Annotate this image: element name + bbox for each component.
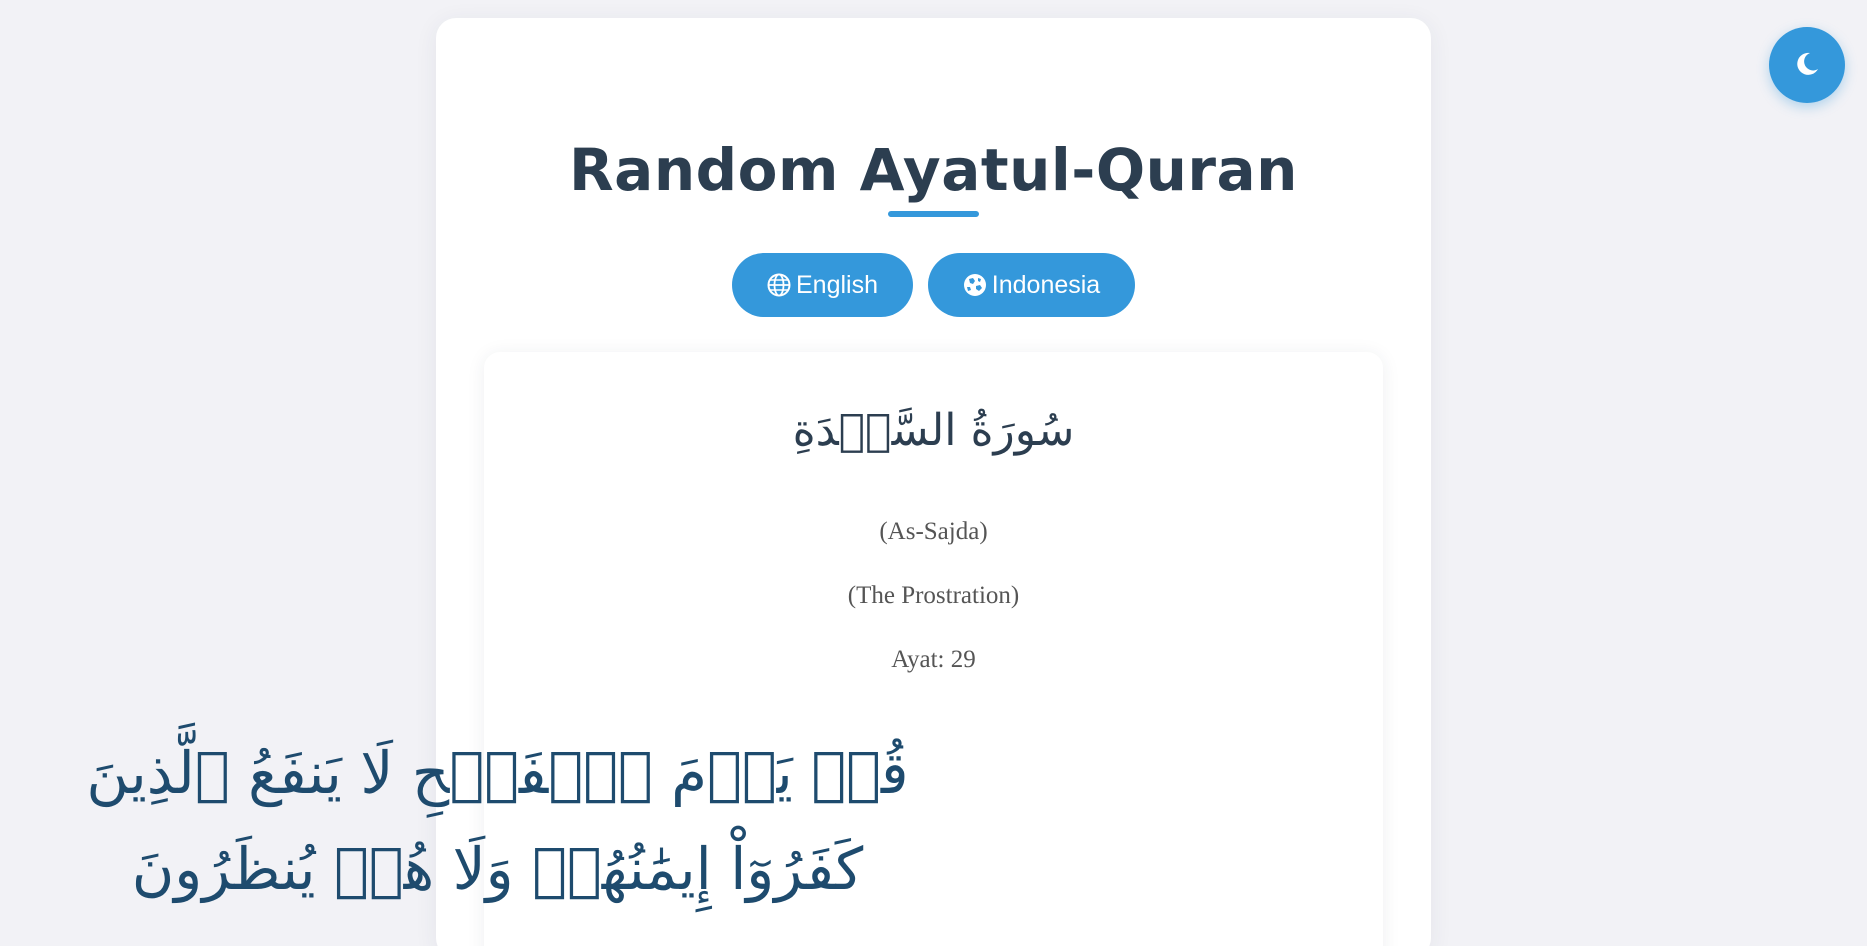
- surah-translation: (The Prostration): [847, 582, 1020, 609]
- surah-name-arabic: سُورَةُ السَّجۡدَةِ: [792, 405, 1075, 456]
- english-button[interactable]: English: [732, 253, 913, 317]
- moon-icon: [1793, 50, 1821, 81]
- title-underline: [888, 211, 979, 217]
- ayah-number: Ayat: 29: [891, 646, 976, 673]
- page: Random Ayatul-Quran English Indonesia سُ…: [0, 0, 1867, 946]
- indonesia-button-label: Indonesia: [991, 270, 1101, 299]
- surah-transliteration: (As-Sajda): [879, 518, 988, 545]
- page-title: Random Ayatul-Quran: [569, 136, 1298, 204]
- english-button-label: English: [796, 270, 878, 299]
- globe-asia-icon: [963, 273, 987, 297]
- ayah-arabic-text: قُلۡ يَوۡمَ ٱلۡفَتۡحِ لَا يَنفَعُ ٱلَّذِ…: [86, 739, 909, 903]
- indonesia-button[interactable]: Indonesia: [928, 253, 1135, 317]
- language-switcher: English Indonesia: [436, 253, 1431, 317]
- globe-icon: [767, 273, 791, 297]
- theme-toggle-button[interactable]: [1769, 27, 1845, 103]
